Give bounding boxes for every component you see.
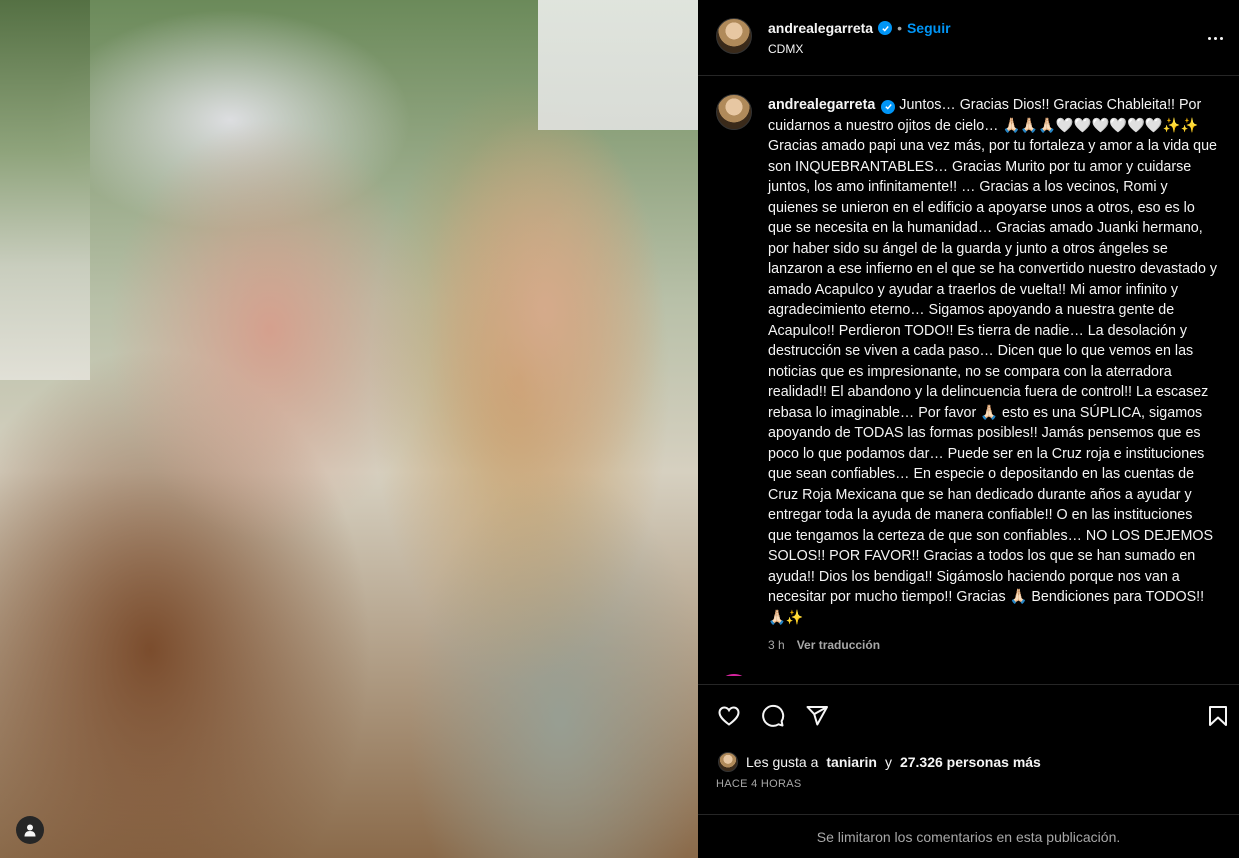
avatar: [718, 752, 738, 772]
translate-button[interactable]: Ver traducción: [797, 638, 880, 652]
likes-summary[interactable]: Les gusta a taniarin y 27.326 personas m…: [718, 752, 1041, 772]
caption-username-link[interactable]: andrealegarreta: [768, 97, 875, 113]
action-bar: [698, 684, 1239, 744]
send-icon[interactable]: [804, 703, 830, 729]
header-name-row: andrealegarreta • Seguir: [768, 20, 951, 36]
likes-count-link[interactable]: 27.326 personas más: [900, 754, 1041, 770]
next-comment-avatar: [716, 674, 752, 676]
post-timestamp[interactable]: HACE 4 HORAS: [716, 778, 802, 790]
verified-badge-icon: [881, 99, 896, 114]
bookmark-icon[interactable]: [1205, 703, 1231, 729]
follow-button[interactable]: Seguir: [907, 20, 951, 36]
likes-user-link[interactable]: taniarin: [826, 754, 877, 770]
likes-prefix: Les gusta a: [746, 754, 819, 770]
location-link[interactable]: CDMX: [768, 42, 803, 56]
user-tag-icon[interactable]: [16, 816, 44, 844]
photo-background-window: [538, 0, 698, 130]
caption-section: andrealegarreta Juntos… Gracias Dios!! Gr…: [698, 76, 1239, 676]
heart-icon[interactable]: [716, 703, 742, 729]
avatar[interactable]: [716, 94, 752, 130]
caption-text: Juntos… Gracias Dios!! Gracias Chableita…: [768, 97, 1218, 626]
post-photo[interactable]: [0, 0, 698, 858]
likes-joiner: y: [884, 754, 892, 770]
verified-badge-icon: [878, 21, 893, 35]
caption-meta: 3 h Ver traducción: [768, 638, 880, 652]
avatar[interactable]: [716, 18, 752, 54]
separator-dot: •: [897, 20, 902, 36]
comment-icon[interactable]: [760, 703, 786, 729]
caption-time: 3 h: [768, 638, 785, 652]
more-options-icon[interactable]: [1203, 26, 1227, 50]
caption: andrealegarreta Juntos… Gracias Dios!! Gr…: [768, 95, 1218, 628]
photo-background-trees: [0, 0, 90, 380]
post-sidebar: andrealegarreta • Seguir CDMX andrealega…: [698, 0, 1239, 858]
post-header: andrealegarreta • Seguir CDMX: [698, 0, 1239, 76]
comments-limited-notice: Se limitaron los comentarios en esta pub…: [698, 814, 1239, 858]
username-link[interactable]: andrealegarreta: [768, 20, 873, 36]
